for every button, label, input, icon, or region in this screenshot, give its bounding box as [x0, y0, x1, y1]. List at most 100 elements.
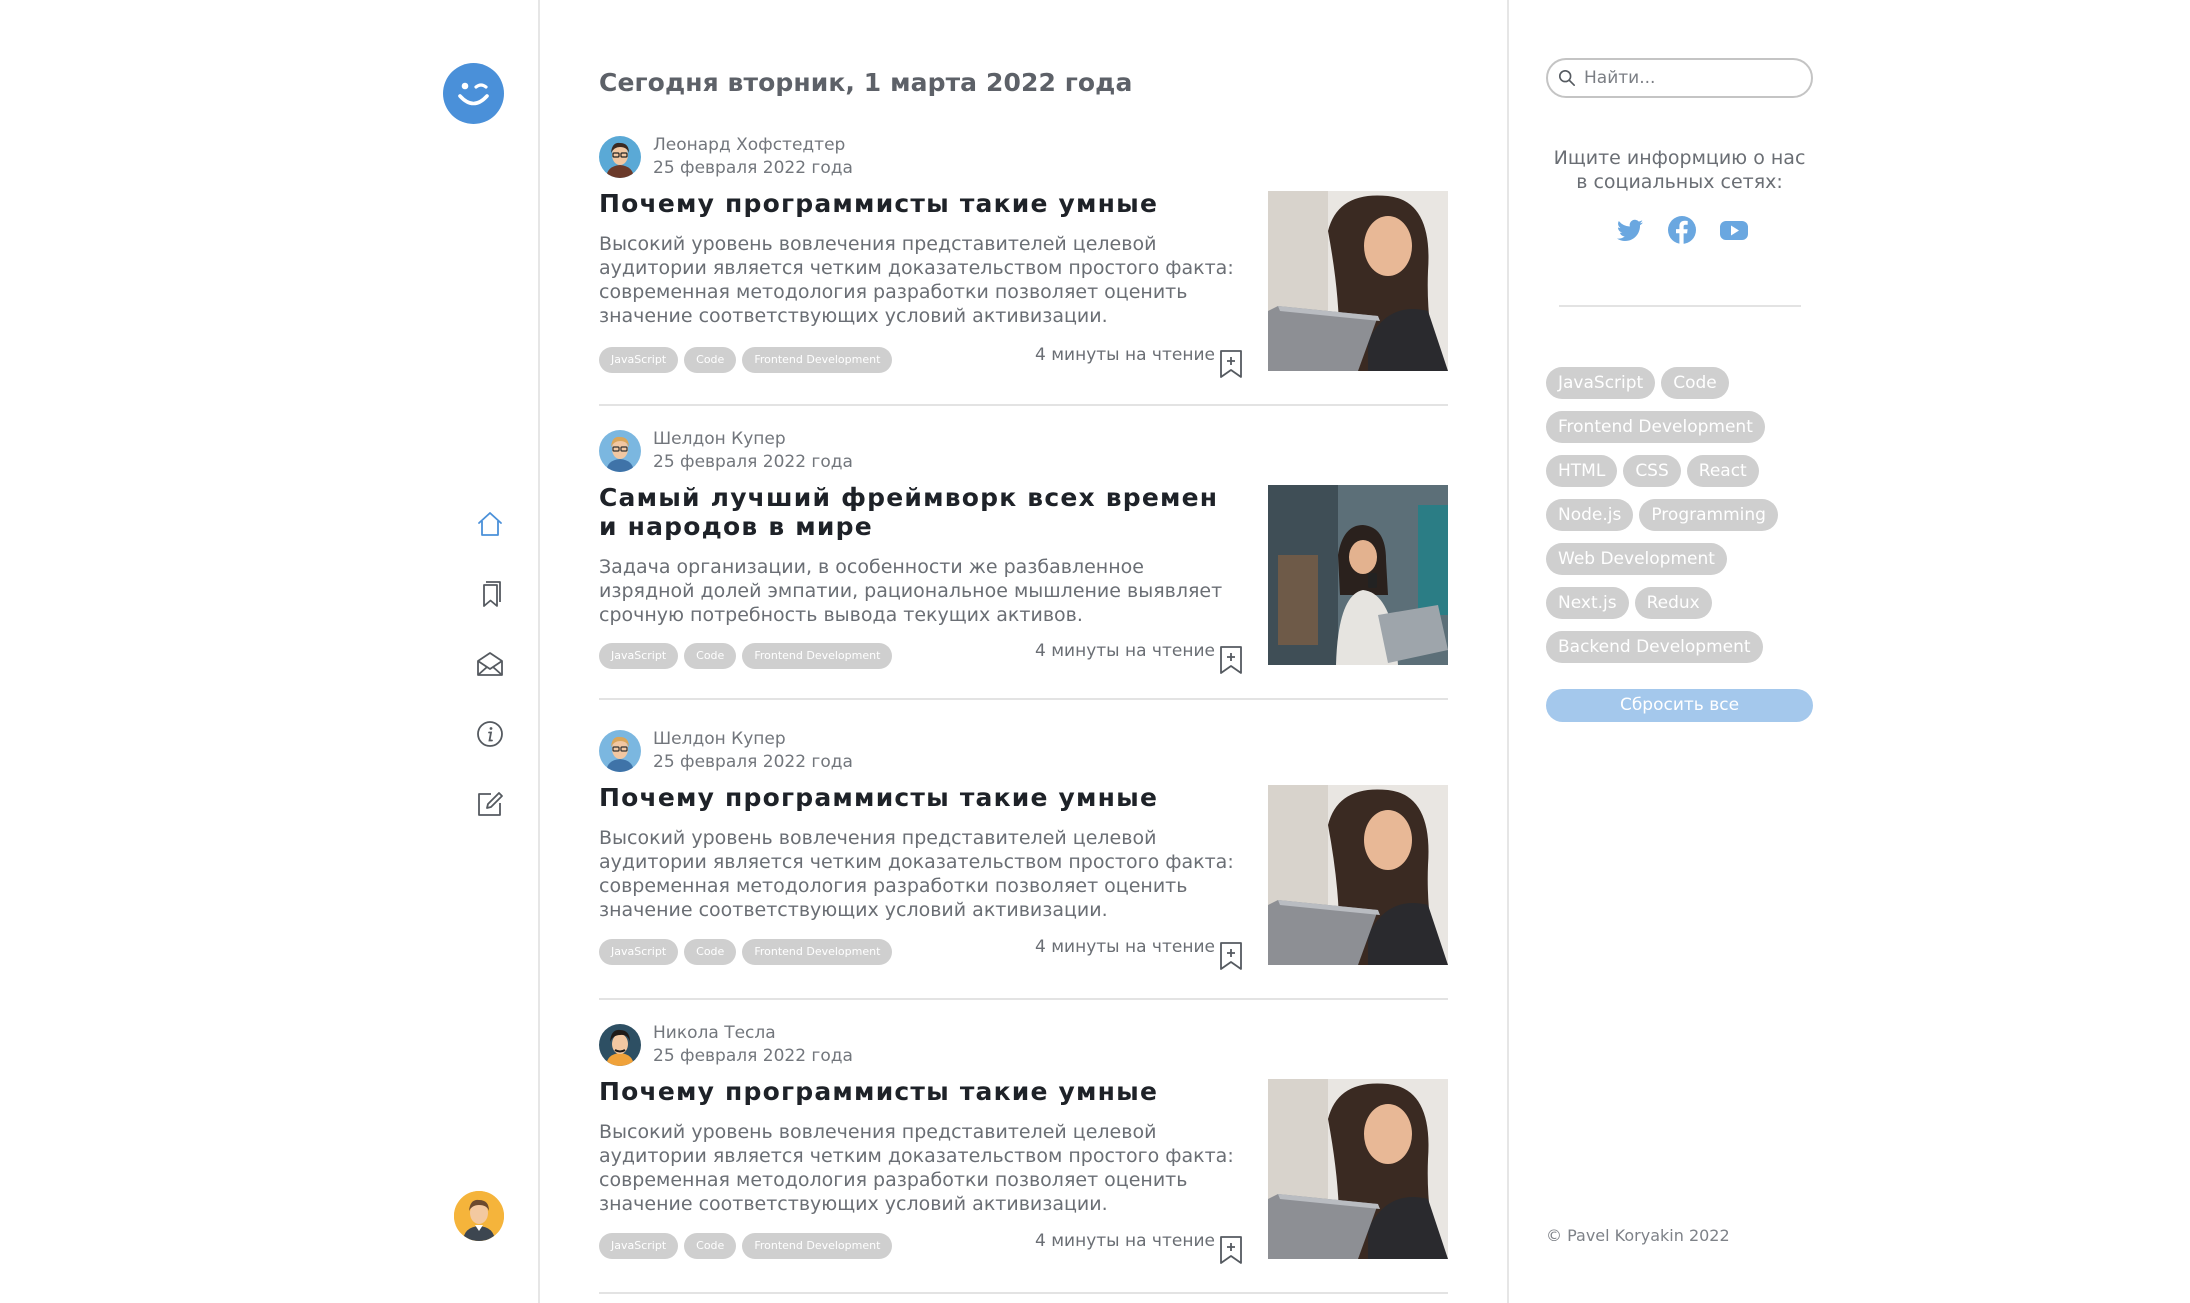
bookmark-add-icon [1220, 942, 1242, 970]
author-name: Леонард Хофстедтер [653, 135, 846, 155]
author-avatar-icon [599, 430, 641, 472]
post-card: Шелдон Купер 25 февраля 2022 года Самый … [599, 428, 1448, 700]
tag-chip[interactable]: Frontend Development [742, 643, 893, 669]
post-title[interactable]: Почему программисты такие умные [599, 783, 1239, 812]
tag-filter-chip[interactable]: Frontend Development [1546, 411, 1765, 443]
tag-filter-chip[interactable]: Next.js [1546, 587, 1629, 619]
post-image[interactable] [1268, 1079, 1448, 1259]
woman-laptop-photo [1268, 191, 1448, 371]
home-icon [478, 512, 502, 536]
main-feed: Сегодня вторник, 1 марта 2022 года Леона… [541, 0, 1509, 1303]
author-avatar-icon [599, 136, 641, 178]
read-time: 4 минуты на чтение [1035, 1231, 1215, 1251]
nav-edit[interactable] [468, 782, 512, 826]
user-avatar-icon[interactable] [454, 1191, 504, 1241]
woman-laptop-photo [1268, 1079, 1448, 1259]
search-icon [1558, 69, 1576, 87]
tag-filter-chip[interactable]: Code [1661, 367, 1729, 399]
divider [1559, 305, 1801, 307]
edit-icon [478, 792, 503, 816]
post-tags: JavaScript Code Frontend Development [599, 1233, 893, 1259]
reset-all-button[interactable]: Сбросить все [1546, 689, 1813, 722]
post-excerpt: Высокий уровень вовлечения представителе… [599, 1121, 1234, 1215]
info-icon [477, 721, 503, 747]
bookmark-add-icon [1220, 646, 1242, 674]
post-author[interactable]: Шелдон Купер 25 февраля 2022 года [599, 728, 853, 774]
add-bookmark-button[interactable] [1218, 645, 1244, 675]
post-card: Леонард Хофстедтер 25 февраля 2022 года … [599, 134, 1448, 406]
woman-phone-photo [1268, 485, 1448, 665]
facebook-icon[interactable] [1666, 214, 1698, 246]
copyright: © Pavel Koryakin 2022 [1546, 1226, 1730, 1245]
post-author[interactable]: Шелдон Купер 25 февраля 2022 года [599, 428, 853, 474]
post-title[interactable]: Почему программисты такие умные [599, 1077, 1239, 1106]
youtube-icon[interactable] [1718, 214, 1750, 246]
post-image[interactable] [1268, 485, 1448, 665]
tag-filter-chip[interactable]: Redux [1634, 587, 1712, 619]
bookmarks-icon [483, 581, 501, 607]
post-tags: JavaScript Code Frontend Development [599, 939, 893, 965]
post-card: Шелдон Купер 25 февраля 2022 года Почему… [599, 728, 1448, 1000]
read-time: 4 минуты на чтение [1035, 345, 1215, 365]
logo-smiley-icon[interactable] [443, 63, 504, 124]
read-time: 4 минуты на чтение [1035, 937, 1215, 957]
tag-chip[interactable]: Frontend Development [742, 939, 893, 965]
tag-chip[interactable]: Frontend Development [742, 1233, 893, 1259]
author-name: Шелдон Купер [653, 429, 786, 449]
post-date: 25 февраля 2022 года [653, 752, 853, 772]
post-excerpt: Задача организации, в особенности же раз… [599, 556, 1223, 626]
tag-chip[interactable]: Code [684, 347, 737, 373]
post-date: 25 февраля 2022 года [653, 158, 853, 178]
nav-home[interactable] [468, 502, 512, 546]
nav-info[interactable] [468, 712, 512, 756]
tag-filter-chip[interactable]: React [1686, 455, 1759, 487]
author-avatar-icon [599, 1024, 641, 1066]
post-title[interactable]: Самый лучший фреймворк всех времен и нар… [599, 483, 1239, 541]
tag-chip[interactable]: Code [684, 643, 737, 669]
post-title[interactable]: Почему программисты такие умные [599, 189, 1239, 218]
add-bookmark-button[interactable] [1218, 941, 1244, 971]
left-sidebar [0, 0, 540, 1303]
add-bookmark-button[interactable] [1218, 1235, 1244, 1265]
tag-filter-chip[interactable]: CSS [1623, 455, 1681, 487]
tag-chip[interactable]: JavaScript [599, 643, 679, 669]
search-input[interactable] [1584, 68, 1804, 88]
post-card: Никола Тесла 25 февраля 2022 года Почему… [599, 1022, 1448, 1294]
social-caption: Ищите информцию о нас в социальных сетях… [1553, 147, 1806, 193]
right-sidebar: Ищите информцию о нас в социальных сетях… [1511, 0, 2190, 1303]
tag-chip[interactable]: JavaScript [599, 1233, 679, 1259]
author-avatar-icon [599, 730, 641, 772]
tag-chip[interactable]: Frontend Development [742, 347, 893, 373]
tag-chip[interactable]: JavaScript [599, 347, 679, 373]
bookmark-add-icon [1220, 1236, 1242, 1264]
author-name: Шелдон Купер [653, 729, 786, 749]
social-links [1614, 214, 1750, 246]
tag-filter-chip[interactable]: JavaScript [1546, 367, 1656, 399]
nav-bookmarks[interactable] [468, 572, 512, 616]
post-image[interactable] [1268, 785, 1448, 965]
main-nav [468, 502, 512, 852]
post-author[interactable]: Леонард Хофстедтер 25 февраля 2022 года [599, 134, 853, 180]
read-time: 4 минуты на чтение [1035, 641, 1215, 661]
post-tags: JavaScript Code Frontend Development [599, 347, 893, 373]
tag-filter-chip[interactable]: Programming [1639, 499, 1778, 531]
post-date: 25 февраля 2022 года [653, 1046, 853, 1066]
post-image[interactable] [1268, 191, 1448, 371]
tag-filter-chip[interactable]: HTML [1546, 455, 1618, 487]
post-date: 25 февраля 2022 года [653, 452, 853, 472]
post-excerpt: Высокий уровень вовлечения представителе… [599, 827, 1234, 921]
tag-chip[interactable]: JavaScript [599, 939, 679, 965]
twitter-icon[interactable] [1614, 214, 1646, 246]
page-title: Сегодня вторник, 1 марта 2022 года [599, 68, 1133, 97]
tag-filter-cloud: JavaScript Code Frontend Development HTM… [1546, 367, 1813, 675]
mail-icon [477, 652, 503, 676]
search-box[interactable] [1546, 58, 1813, 98]
tag-filter-chip[interactable]: Web Development [1546, 543, 1727, 575]
nav-messages[interactable] [468, 642, 512, 686]
add-bookmark-button[interactable] [1218, 349, 1244, 379]
tag-chip[interactable]: Code [684, 1233, 737, 1259]
tag-filter-chip[interactable]: Node.js [1546, 499, 1634, 531]
tag-chip[interactable]: Code [684, 939, 737, 965]
tag-filter-chip[interactable]: Backend Development [1546, 631, 1763, 663]
post-author[interactable]: Никола Тесла 25 февраля 2022 года [599, 1022, 853, 1068]
